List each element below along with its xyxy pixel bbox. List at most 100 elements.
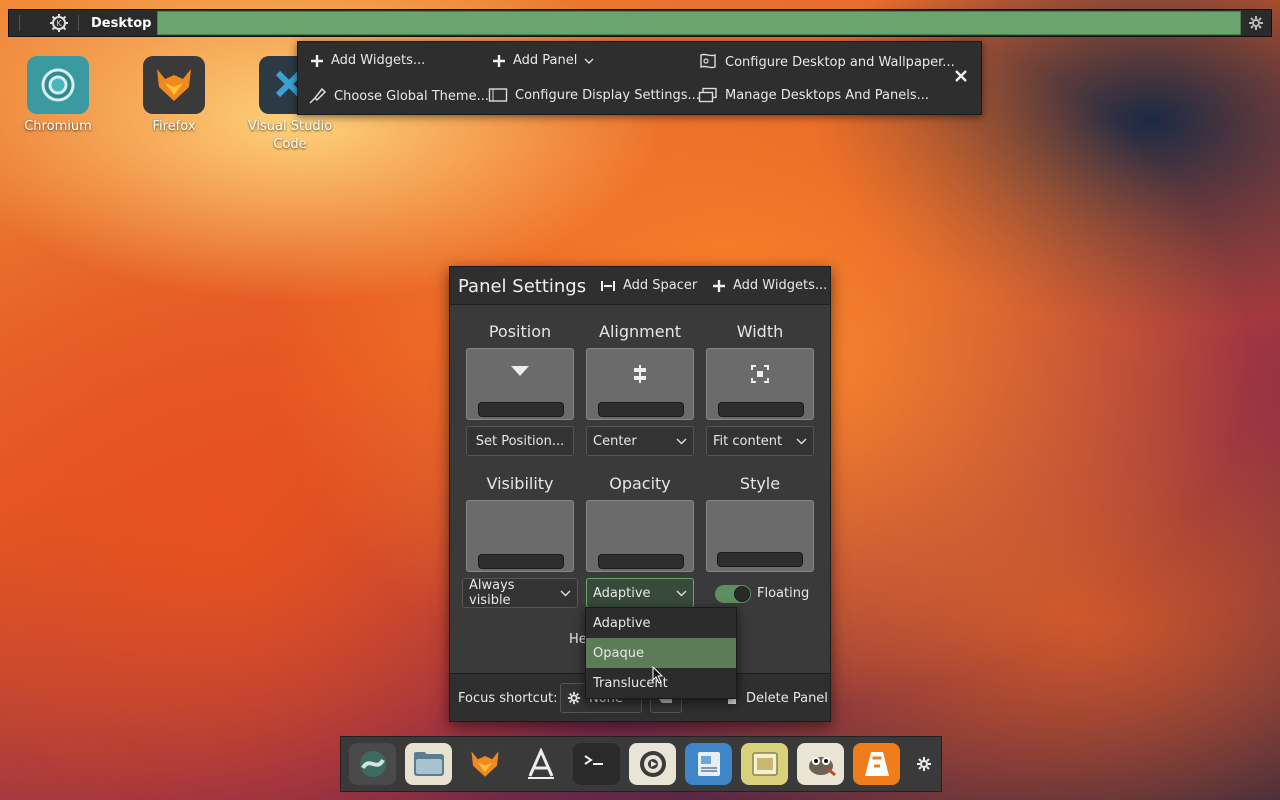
floating-label: Floating: [757, 586, 810, 601]
add-widgets-label: Add Widgets...: [331, 53, 426, 68]
dock-app-discover-icon[interactable]: [349, 743, 396, 785]
plus-icon: [311, 54, 323, 67]
opacity-preview[interactable]: [586, 500, 694, 572]
alignment-preview[interactable]: [586, 348, 694, 420]
visibility-label: Visibility: [486, 474, 554, 493]
chevron-down-icon: [560, 590, 571, 597]
svg-text:K: K: [56, 19, 62, 28]
style-label: Style: [739, 474, 781, 493]
delete-panel-label: Delete Panel: [746, 691, 828, 706]
panel-preview-bar: [478, 554, 564, 569]
dock-app-system-settings-icon[interactable]: [629, 743, 676, 785]
floating-toggle[interactable]: [715, 585, 751, 603]
manage-desktops-label: Manage Desktops And Panels...: [725, 87, 930, 103]
dock-app-gimp-icon[interactable]: [797, 743, 844, 785]
kde-launcher-icon[interactable]: K: [46, 12, 72, 34]
opacity-label: Opacity: [609, 474, 671, 493]
plus-icon: [493, 54, 505, 67]
width-value: Fit content: [713, 433, 783, 449]
gear-icon: [567, 691, 581, 705]
spacer-icon: [601, 280, 615, 291]
toggle-knob: [734, 586, 750, 602]
add-panel-label: Add Panel: [513, 53, 578, 68]
panel-highlight-area[interactable]: [157, 11, 1241, 35]
desktop-icon-firefox[interactable]: Firefox: [124, 56, 224, 136]
visibility-value: Always visible: [469, 578, 515, 608]
dock-configure-gear-icon[interactable]: [909, 756, 939, 772]
chromium-icon: [27, 56, 89, 114]
desktop-icon-chromium[interactable]: Chromium: [8, 56, 108, 136]
panel-settings-header: Panel Settings Add Spacer Add Widgets...: [450, 267, 830, 305]
add-panel-button[interactable]: Add Panel: [492, 53, 594, 68]
opacity-dropdown: Adaptive Opaque Translucent: [585, 607, 737, 699]
choose-global-theme-button[interactable]: Choose Global Theme...: [307, 87, 489, 105]
dock-app-terminal-icon[interactable]: [573, 743, 620, 785]
panel-preview-bar: [598, 402, 684, 417]
choose-global-theme-label: Choose Global Theme...: [334, 88, 489, 104]
bottom-dock: [340, 736, 942, 792]
dock-app-fonts-icon[interactable]: [517, 743, 564, 785]
visibility-preview[interactable]: [466, 500, 574, 572]
display-icon: [488, 88, 508, 102]
width-combo[interactable]: Fit content: [706, 426, 814, 456]
panel-settings-title: Panel Settings: [458, 276, 587, 297]
panel-separator: [78, 15, 79, 31]
style-preview[interactable]: [706, 500, 814, 572]
edit-mode-toolbar: Add Widgets... Add Panel Configure Deskt…: [297, 41, 982, 115]
paintbrush-icon: [309, 87, 327, 104]
delete-panel-button[interactable]: Delete Panel: [726, 691, 828, 706]
firefox-icon: [143, 56, 205, 114]
add-spacer-label: Add Spacer: [623, 278, 698, 293]
panel-preview-bar: [478, 402, 564, 417]
fit-content-icon: [707, 365, 813, 383]
dock-app-image-viewer-icon[interactable]: [741, 743, 788, 785]
configure-desktop-button[interactable]: Configure Desktop and Wallpaper...: [698, 53, 955, 71]
plus-icon: [713, 279, 725, 292]
opacity-value: Adaptive: [593, 585, 651, 601]
configure-display-button[interactable]: Configure Display Settings...: [488, 87, 700, 103]
alignment-label: Alignment: [599, 322, 681, 341]
desktop-icon-label: Chromium: [24, 119, 92, 134]
align-center-icon: [587, 365, 693, 383]
dock-app-firefox-icon[interactable]: [461, 743, 508, 785]
window-title: Desktop: [91, 15, 152, 31]
width-label: Width: [736, 322, 784, 341]
panel-preview-bar: [718, 402, 804, 417]
close-icon[interactable]: [953, 68, 969, 84]
arrow-down-icon: [467, 365, 573, 377]
chevron-down-icon: [676, 590, 687, 597]
alignment-combo[interactable]: Center: [586, 426, 694, 456]
top-panel: K Desktop: [8, 9, 1272, 37]
chevron-down-icon: [676, 438, 687, 445]
focus-shortcut-label: Focus shortcut:: [458, 691, 558, 706]
add-widgets-button[interactable]: Add Widgets...: [310, 53, 425, 68]
dock-app-vlc-icon[interactable]: [853, 743, 900, 785]
dock-app-document-viewer-icon[interactable]: [685, 743, 732, 785]
panel-configure-gear-icon[interactable]: [1241, 15, 1271, 31]
panel-preview-bar: [717, 552, 803, 567]
set-position-button[interactable]: Set Position...: [466, 426, 574, 456]
set-position-label: Set Position...: [475, 433, 565, 449]
opacity-combo[interactable]: Adaptive: [586, 578, 694, 608]
visibility-combo[interactable]: Always visible: [462, 578, 578, 608]
position-label: Position: [488, 322, 552, 341]
opacity-option-opaque[interactable]: Opaque: [586, 638, 736, 668]
position-preview[interactable]: [466, 348, 574, 420]
manage-desktops-button[interactable]: Manage Desktops And Panels...: [698, 87, 929, 103]
width-preview[interactable]: [706, 348, 814, 420]
chevron-down-icon: [796, 438, 807, 445]
desktop-icon-label: Firefox: [152, 119, 196, 134]
configure-desktop-label: Configure Desktop and Wallpaper...: [725, 54, 955, 70]
add-widgets-button[interactable]: Add Widgets...: [712, 278, 827, 293]
wallpaper-icon: [700, 53, 716, 69]
desktop-icon-label: Visual Studio Code: [247, 119, 333, 152]
alignment-value: Center: [593, 433, 637, 449]
add-widgets-label: Add Widgets...: [733, 278, 828, 293]
panel-separator: [19, 15, 20, 31]
configure-display-label: Configure Display Settings...: [515, 87, 700, 103]
panel-preview-bar: [598, 554, 684, 569]
opacity-option-adaptive[interactable]: Adaptive: [586, 608, 736, 638]
add-spacer-button[interactable]: Add Spacer: [600, 278, 697, 293]
dock-app-files-icon[interactable]: [405, 743, 452, 785]
desktops-icon: [698, 87, 717, 103]
